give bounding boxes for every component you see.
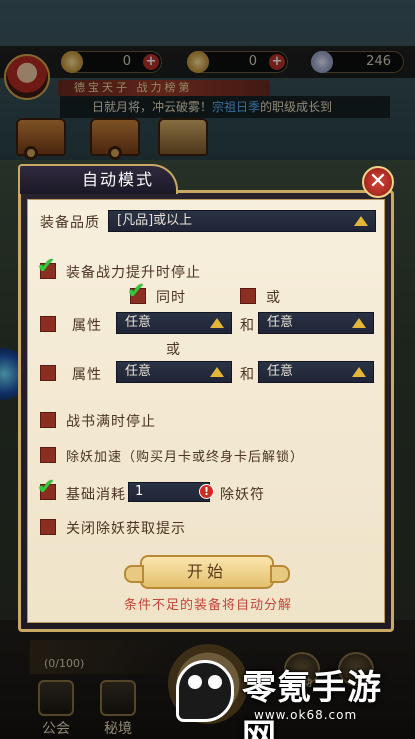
warning-icon[interactable]: ! [199, 484, 214, 499]
equip-quality-label: 装备品质 [40, 215, 100, 231]
start-button[interactable]: 开始 [124, 555, 290, 589]
attr-row-2-select-a[interactable]: 任意 [116, 361, 232, 383]
or-checkbox[interactable] [240, 288, 256, 304]
book-full-checkbox[interactable] [40, 412, 56, 428]
watermark-logo: 零氪手游网 www.ok68.com [170, 650, 410, 739]
demon-speedup-checkbox[interactable] [40, 447, 56, 463]
base-cost-unit: 除妖符 [220, 487, 265, 503]
attr-row-1-checkbox[interactable] [40, 316, 56, 332]
close-icon: ✕ [368, 169, 388, 194]
attr-row-2-joiner: 和 [240, 367, 255, 383]
attr-row-2-label: 属性 [72, 367, 102, 383]
demon-speedup-label: 除妖加速（购买月卡或终身卡后解锁） [66, 450, 305, 465]
book-full-label: 战书满时停止 [66, 414, 156, 430]
attr-row-1-value-b: 任意 [267, 315, 294, 330]
base-cost-input[interactable]: 1 [128, 482, 210, 502]
attr-row-1-select-a[interactable]: 任意 [116, 312, 232, 334]
simultaneous-label: 同时 [156, 290, 186, 306]
equip-quality-select[interactable]: [凡品]或以上 [108, 210, 376, 232]
equip-quality-value: [凡品]或以上 [117, 213, 193, 228]
dropdown-arrow-icon [210, 367, 224, 377]
power-up-check-icon: ✔ [37, 254, 56, 279]
watermark-name: 零氪手游网 [242, 668, 382, 739]
watermark-url: www.ok68.com [254, 708, 358, 722]
attr-row-1-label: 属性 [72, 318, 102, 334]
close-hint-label: 关闭除妖获取提示 [66, 521, 186, 537]
attr-row-2-value-b: 任意 [267, 364, 294, 379]
or-between-label: 或 [166, 342, 181, 358]
footer-note: 条件不足的装备将自动分解 [124, 598, 293, 613]
dropdown-arrow-icon [354, 216, 368, 226]
dropdown-arrow-icon [352, 367, 366, 377]
base-cost-label: 基础消耗 [66, 487, 126, 503]
attr-row-2-checkbox[interactable] [40, 365, 56, 381]
attr-row-2-select-b[interactable]: 任意 [258, 361, 374, 383]
watermark-gamepad-icon [176, 660, 234, 722]
or-label: 或 [266, 290, 281, 306]
base-cost-check-icon: ✔ [37, 475, 56, 500]
attr-row-2-value-a: 任意 [125, 364, 152, 379]
attr-row-1-value-a: 任意 [125, 315, 152, 330]
attr-row-1-joiner: 和 [240, 318, 255, 334]
close-button[interactable]: ✕ [362, 166, 394, 198]
dialog-title: 自动模式 [18, 164, 178, 194]
simultaneous-check-icon: ✔ [127, 279, 146, 304]
close-hint-checkbox[interactable] [40, 519, 56, 535]
dropdown-arrow-icon [352, 318, 366, 328]
dropdown-arrow-icon [210, 318, 224, 328]
attr-row-1-select-b[interactable]: 任意 [258, 312, 374, 334]
